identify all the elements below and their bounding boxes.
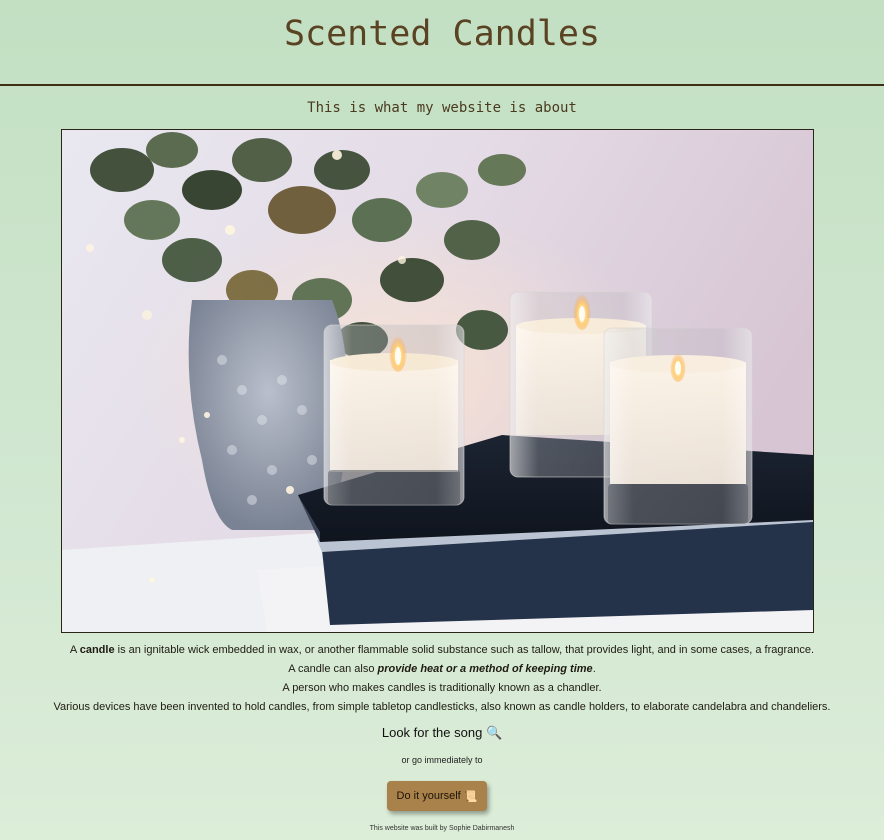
page-subtitle: This is what my website is about (307, 100, 577, 116)
heat-emphasis: provide heat or a method of keeping time (377, 663, 593, 675)
song-link[interactable]: Look for the song 🔍 (0, 725, 884, 741)
footer-credit: This website was built by Sophie Dabirma… (369, 825, 515, 832)
do-it-yourself-button[interactable]: Do it yourself 📜 (387, 781, 487, 811)
candle-term: candle (79, 644, 115, 656)
description-line-1: A candle is an ignitable wick embedded i… (69, 644, 815, 656)
description-line-4: Various devices have been invented to ho… (53, 701, 831, 713)
scroll-icon: 📜 (463, 790, 478, 803)
do-it-yourself-label: Do it yourself (396, 790, 461, 802)
description-line-2: A candle can also provide heat or a meth… (288, 663, 596, 675)
song-link-label[interactable]: Look for the song (382, 725, 482, 740)
magnifier-icon[interactable]: 🔍 (486, 725, 502, 740)
site-header: Scented Candles (0, 0, 884, 86)
candle-description: A candle is an ignitable wick embedded i… (0, 641, 884, 717)
description-line-3: A person who makes candles is traditiona… (282, 682, 602, 694)
page-title: Scented Candles (283, 14, 601, 54)
go-immediately-text: or go immediately to (401, 755, 483, 765)
candles-photo (61, 129, 814, 633)
